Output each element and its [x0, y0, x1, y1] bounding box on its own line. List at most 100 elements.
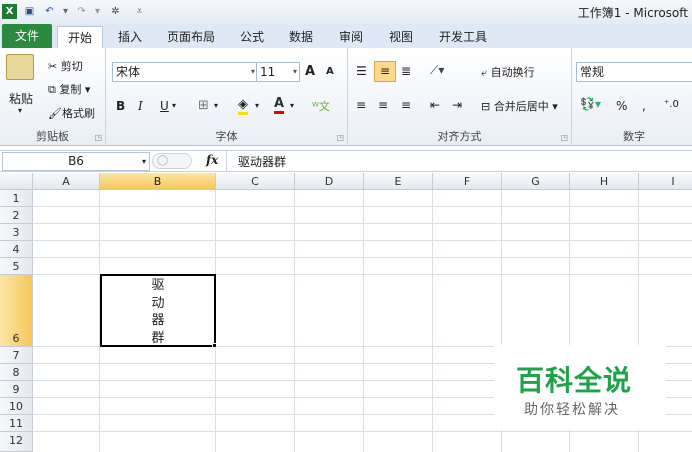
- clipboard-launcher-icon[interactable]: ◳: [94, 133, 102, 142]
- align-bottom-icon[interactable]: ≣: [401, 64, 411, 78]
- font-color-icon[interactable]: A: [274, 96, 285, 114]
- row-header-5[interactable]: 5: [0, 258, 33, 275]
- number-format-combo[interactable]: 常规: [576, 62, 692, 82]
- fill-color-icon[interactable]: ◈: [238, 97, 248, 115]
- decrease-indent-icon[interactable]: ⇤: [430, 98, 440, 112]
- customize-qat-icon[interactable]: ⩡: [132, 4, 147, 19]
- column-header-a[interactable]: A: [33, 173, 100, 190]
- italic-button[interactable]: I: [138, 99, 143, 113]
- tab-file[interactable]: 文件: [2, 24, 52, 48]
- column-header-b[interactable]: B: [100, 173, 216, 190]
- save-icon[interactable]: ▣: [22, 4, 37, 19]
- tab-formulas[interactable]: 公式: [230, 26, 274, 48]
- alignment-launcher-icon[interactable]: ◳: [560, 133, 568, 142]
- row-header-9[interactable]: 9: [0, 381, 33, 398]
- currency-icon[interactable]: 💱▾: [580, 97, 601, 111]
- align-top-icon[interactable]: ☰: [356, 64, 367, 78]
- font-size-combo[interactable]: 11 ▾: [256, 62, 300, 82]
- scissors-icon: ✂: [48, 60, 61, 73]
- format-painter-button[interactable]: 🖌格式刷: [48, 105, 95, 121]
- column-header-h[interactable]: H: [570, 173, 639, 190]
- chevron-down-icon: ▾: [250, 67, 255, 76]
- column-header-e[interactable]: E: [364, 173, 433, 190]
- increase-decimal-icon[interactable]: ⁺.0: [664, 99, 679, 110]
- borders-icon[interactable]: ⊞: [198, 98, 209, 113]
- align-right-icon[interactable]: ≡: [401, 98, 411, 112]
- wrap-text-button[interactable]: ⤶ 自动换行: [481, 64, 535, 80]
- row-header-2[interactable]: 2: [0, 207, 33, 224]
- name-box[interactable]: B6 ▾: [2, 152, 150, 171]
- undo-icon[interactable]: ↶: [42, 4, 57, 19]
- row-header-6[interactable]: 6: [0, 275, 33, 347]
- active-cell-b6[interactable]: 驱 动 器 群: [100, 274, 216, 347]
- fill-handle[interactable]: [212, 343, 217, 348]
- paste-icon[interactable]: [6, 54, 34, 80]
- tab-home[interactable]: 开始: [57, 26, 103, 48]
- column-header-f[interactable]: F: [433, 173, 502, 190]
- formula-input[interactable]: 驱动器群: [238, 153, 286, 170]
- percent-button[interactable]: %: [616, 99, 627, 113]
- tab-insert[interactable]: 插入: [108, 26, 152, 48]
- row-header-1[interactable]: 1: [0, 190, 33, 207]
- tab-page-layout[interactable]: 页面布局: [156, 26, 226, 48]
- redo-dropdown-icon[interactable]: ▾: [90, 4, 105, 19]
- bold-button[interactable]: B: [116, 99, 125, 113]
- font-launcher-icon[interactable]: ◳: [336, 133, 344, 142]
- align-center-icon[interactable]: ≡: [378, 98, 388, 112]
- row-header-8[interactable]: 8: [0, 364, 33, 381]
- custom-tool-icon[interactable]: ✲: [108, 4, 123, 19]
- column-header-d[interactable]: D: [295, 173, 364, 190]
- gridline: [33, 223, 692, 224]
- paste-dropdown-icon[interactable]: ▾: [18, 106, 22, 115]
- row-header-7[interactable]: 7: [0, 347, 33, 364]
- gridline: [294, 190, 295, 452]
- phonetic-icon[interactable]: ᵂ文: [312, 98, 330, 114]
- cell-text-line: 驱: [151, 278, 165, 293]
- merge-center-button[interactable]: ⊟ 合并后居中 ▾: [481, 98, 558, 114]
- row-header-11[interactable]: 11: [0, 415, 33, 432]
- orientation-icon[interactable]: ⟋▾: [430, 63, 444, 78]
- watermark: 百科全说 助你轻松解决: [494, 345, 666, 430]
- underline-button[interactable]: U: [160, 99, 169, 113]
- window-title: 工作簿1 - Microsoft: [577, 6, 688, 20]
- font-group-label: 字体: [215, 130, 238, 143]
- copy-icon: ⧉: [48, 83, 60, 96]
- borders-dropdown-icon[interactable]: ▾: [214, 101, 218, 110]
- cut-button[interactable]: ✂ 剪切: [48, 58, 83, 74]
- tab-data[interactable]: 数据: [278, 26, 324, 48]
- align-left-icon[interactable]: ≡: [356, 98, 366, 112]
- tab-developer[interactable]: 开发工具: [428, 26, 498, 48]
- comma-button[interactable]: ,: [642, 99, 646, 113]
- underline-dropdown-icon[interactable]: ▾: [172, 101, 176, 110]
- formula-expand-icon[interactable]: ◯: [152, 153, 192, 169]
- align-middle-icon[interactable]: ≡: [374, 61, 396, 82]
- grow-font-button[interactable]: A: [305, 64, 315, 79]
- redo-icon[interactable]: ↷: [74, 4, 89, 19]
- column-header-g[interactable]: G: [502, 173, 570, 190]
- copy-button[interactable]: ⧉ 复制 ▾: [48, 81, 90, 97]
- row-header-4[interactable]: 4: [0, 241, 33, 258]
- column-header-c[interactable]: C: [216, 173, 295, 190]
- shrink-font-button[interactable]: A: [326, 66, 334, 77]
- fill-color-dropdown-icon[interactable]: ▾: [255, 101, 259, 110]
- brush-icon: 🖌: [48, 107, 62, 120]
- undo-dropdown-icon[interactable]: ▾: [58, 4, 73, 19]
- gridline: [33, 206, 692, 207]
- font-group: 宋体 ▾ 11 ▾ A A B I U ▾ ⊞ ▾ ◈ ▾ A ▾ ᵂ文 字体 ◳: [106, 48, 348, 146]
- row-header-3[interactable]: 3: [0, 224, 33, 241]
- tab-review[interactable]: 审阅: [328, 26, 374, 48]
- row-header-10[interactable]: 10: [0, 398, 33, 415]
- increase-indent-icon[interactable]: ⇥: [452, 98, 462, 112]
- paste-button[interactable]: 粘贴: [9, 90, 33, 107]
- row-header-12[interactable]: 12: [0, 432, 33, 452]
- excel-logo-icon: X: [2, 4, 17, 19]
- insert-function-button[interactable]: fx: [206, 153, 218, 167]
- number-group: 常规 💱▾ % , ⁺.0 数字: [572, 48, 692, 146]
- column-header-i[interactable]: I: [639, 173, 692, 190]
- font-color-dropdown-icon[interactable]: ▾: [290, 101, 294, 110]
- font-name-combo[interactable]: 宋体 ▾: [112, 62, 258, 82]
- tab-view[interactable]: 视图: [378, 26, 424, 48]
- select-all-corner[interactable]: [0, 173, 33, 190]
- merge-icon: ⊟: [481, 100, 494, 113]
- chevron-down-icon[interactable]: ▾: [142, 153, 146, 170]
